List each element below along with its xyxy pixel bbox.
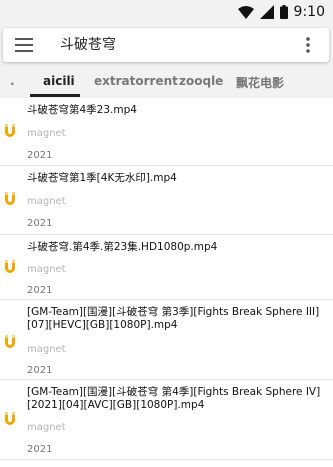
- item-year: 2021: [27, 444, 53, 455]
- list-item[interactable]: 斗破苍穹第1季[4K无水印].mp4 magnet 2021: [0, 166, 333, 235]
- magnet-icon: [5, 260, 15, 273]
- source-tabs: . aicili extratorrent zooqle 飘花电影: [0, 68, 333, 98]
- item-type: magnet: [27, 128, 66, 139]
- status-bar: 9:10: [0, 0, 333, 24]
- item-year: 2021: [27, 150, 53, 161]
- tab-extratorrent[interactable]: extratorrent: [94, 74, 178, 88]
- magnet-icon: [5, 335, 15, 348]
- item-type: magnet: [27, 196, 66, 207]
- status-time: 9:10: [293, 4, 325, 20]
- results-list[interactable]: 斗破苍穹第4季23.mp4 magnet 2021 斗破苍穹第1季[4K无水印]…: [0, 98, 333, 467]
- tab-zooqle[interactable]: zooqle: [179, 74, 223, 88]
- item-type: magnet: [27, 344, 66, 355]
- item-title: [GM-Team][国漫][斗破苍穹 第3季][Fights Break Sph…: [27, 306, 320, 331]
- item-title: 斗破苍穹第1季[4K无水印].mp4: [27, 172, 177, 184]
- item-year: 2021: [27, 285, 53, 296]
- search-input[interactable]: 斗破苍穹: [60, 35, 116, 55]
- tab-dot[interactable]: .: [10, 74, 15, 88]
- more-vert-icon[interactable]: [305, 36, 311, 54]
- battery-icon: [279, 5, 288, 19]
- list-item[interactable]: 斗破苍穹第4季23.mp4 magnet 2021: [0, 98, 333, 166]
- list-item[interactable]: [GM-Team][国漫][斗破苍穹 第4季][Fights Break Sph…: [0, 380, 333, 460]
- item-type: magnet: [27, 422, 66, 433]
- wifi-icon: [237, 5, 254, 19]
- status-icons: 9:10: [237, 1, 325, 23]
- item-title: 斗破苍穹.第4季.第23集.HD1080p.mp4: [27, 241, 218, 253]
- list-item[interactable]: 斗破苍穹.第4季.第23集.HD1080p.mp4 magnet 2021: [0, 235, 333, 300]
- signal-icon: [259, 5, 274, 19]
- search-bar[interactable]: 斗破苍穹: [3, 28, 329, 62]
- menu-icon[interactable]: [15, 38, 33, 52]
- item-year: 2021: [27, 365, 53, 376]
- item-type: magnet: [27, 264, 66, 275]
- tab-piaohua[interactable]: 飘花电影: [236, 74, 284, 91]
- item-title: 斗破苍穹第4季23.mp4: [27, 104, 137, 116]
- item-year: 2021: [27, 218, 53, 229]
- magnet-icon: [5, 192, 15, 205]
- tab-indicator: [30, 94, 80, 97]
- magnet-icon: [5, 412, 15, 425]
- magnet-icon: [5, 124, 15, 137]
- tab-aicili[interactable]: aicili: [43, 74, 75, 88]
- item-title: [GM-Team][国漫][斗破苍穹 第4季][Fights Break Sph…: [27, 386, 321, 411]
- list-item[interactable]: [GM-Team][国漫][斗破苍穹 第3季][Fights Break Sph…: [0, 300, 333, 380]
